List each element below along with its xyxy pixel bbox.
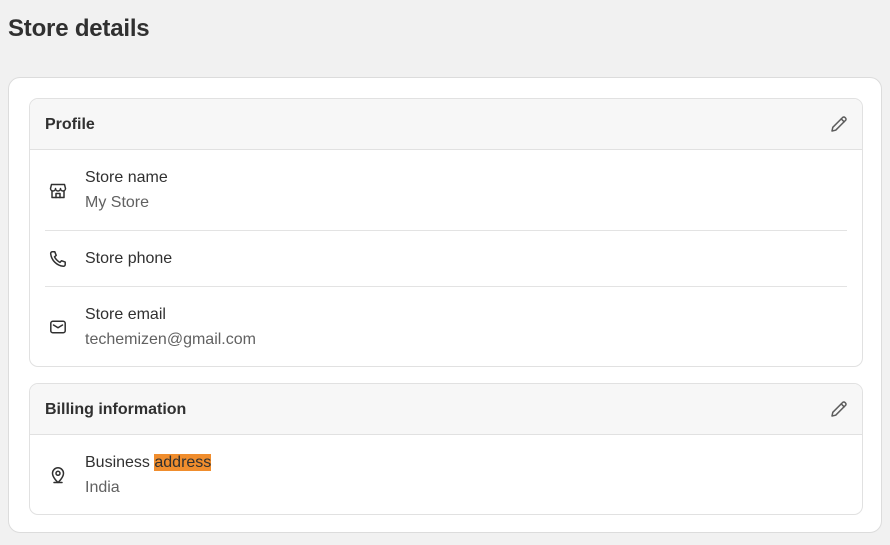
store-name-value: My Store [85,194,150,211]
store-email-value: techemizen@gmail.com [85,331,256,348]
store-phone-row[interactable]: Store phone [45,231,847,287]
store-email-label: Store email [85,306,166,323]
business-address-label-prefix: Business [85,454,155,471]
store-name-row[interactable]: Store name My Store [45,150,847,231]
store-phone-label: Store phone [85,250,173,267]
store-details-card: Profile Store name My Store Store phone [8,77,882,533]
pencil-icon [831,116,847,132]
profile-section: Profile Store name My Store Store phone [29,98,863,367]
store-icon [49,183,67,199]
profile-header: Profile [30,99,862,150]
billing-title: Billing information [45,401,187,418]
email-icon [50,320,66,334]
location-pin-icon [51,467,65,484]
pencil-icon [831,401,847,417]
edit-profile-button[interactable] [828,113,850,135]
edit-billing-button[interactable] [828,398,850,420]
store-name-label: Store name [85,169,168,186]
store-email-row[interactable]: Store email techemizen@gmail.com [45,287,847,366]
search-highlight: address [154,454,212,471]
billing-section: Billing information Business address Ind… [29,383,863,515]
profile-title: Profile [45,116,95,133]
page-title: Store details [8,15,150,42]
phone-icon [49,251,66,268]
billing-header: Billing information [30,384,862,435]
business-address-row[interactable]: Business address India [45,435,847,514]
business-address-label: Business address [85,454,212,472]
business-address-value: India [85,479,120,496]
